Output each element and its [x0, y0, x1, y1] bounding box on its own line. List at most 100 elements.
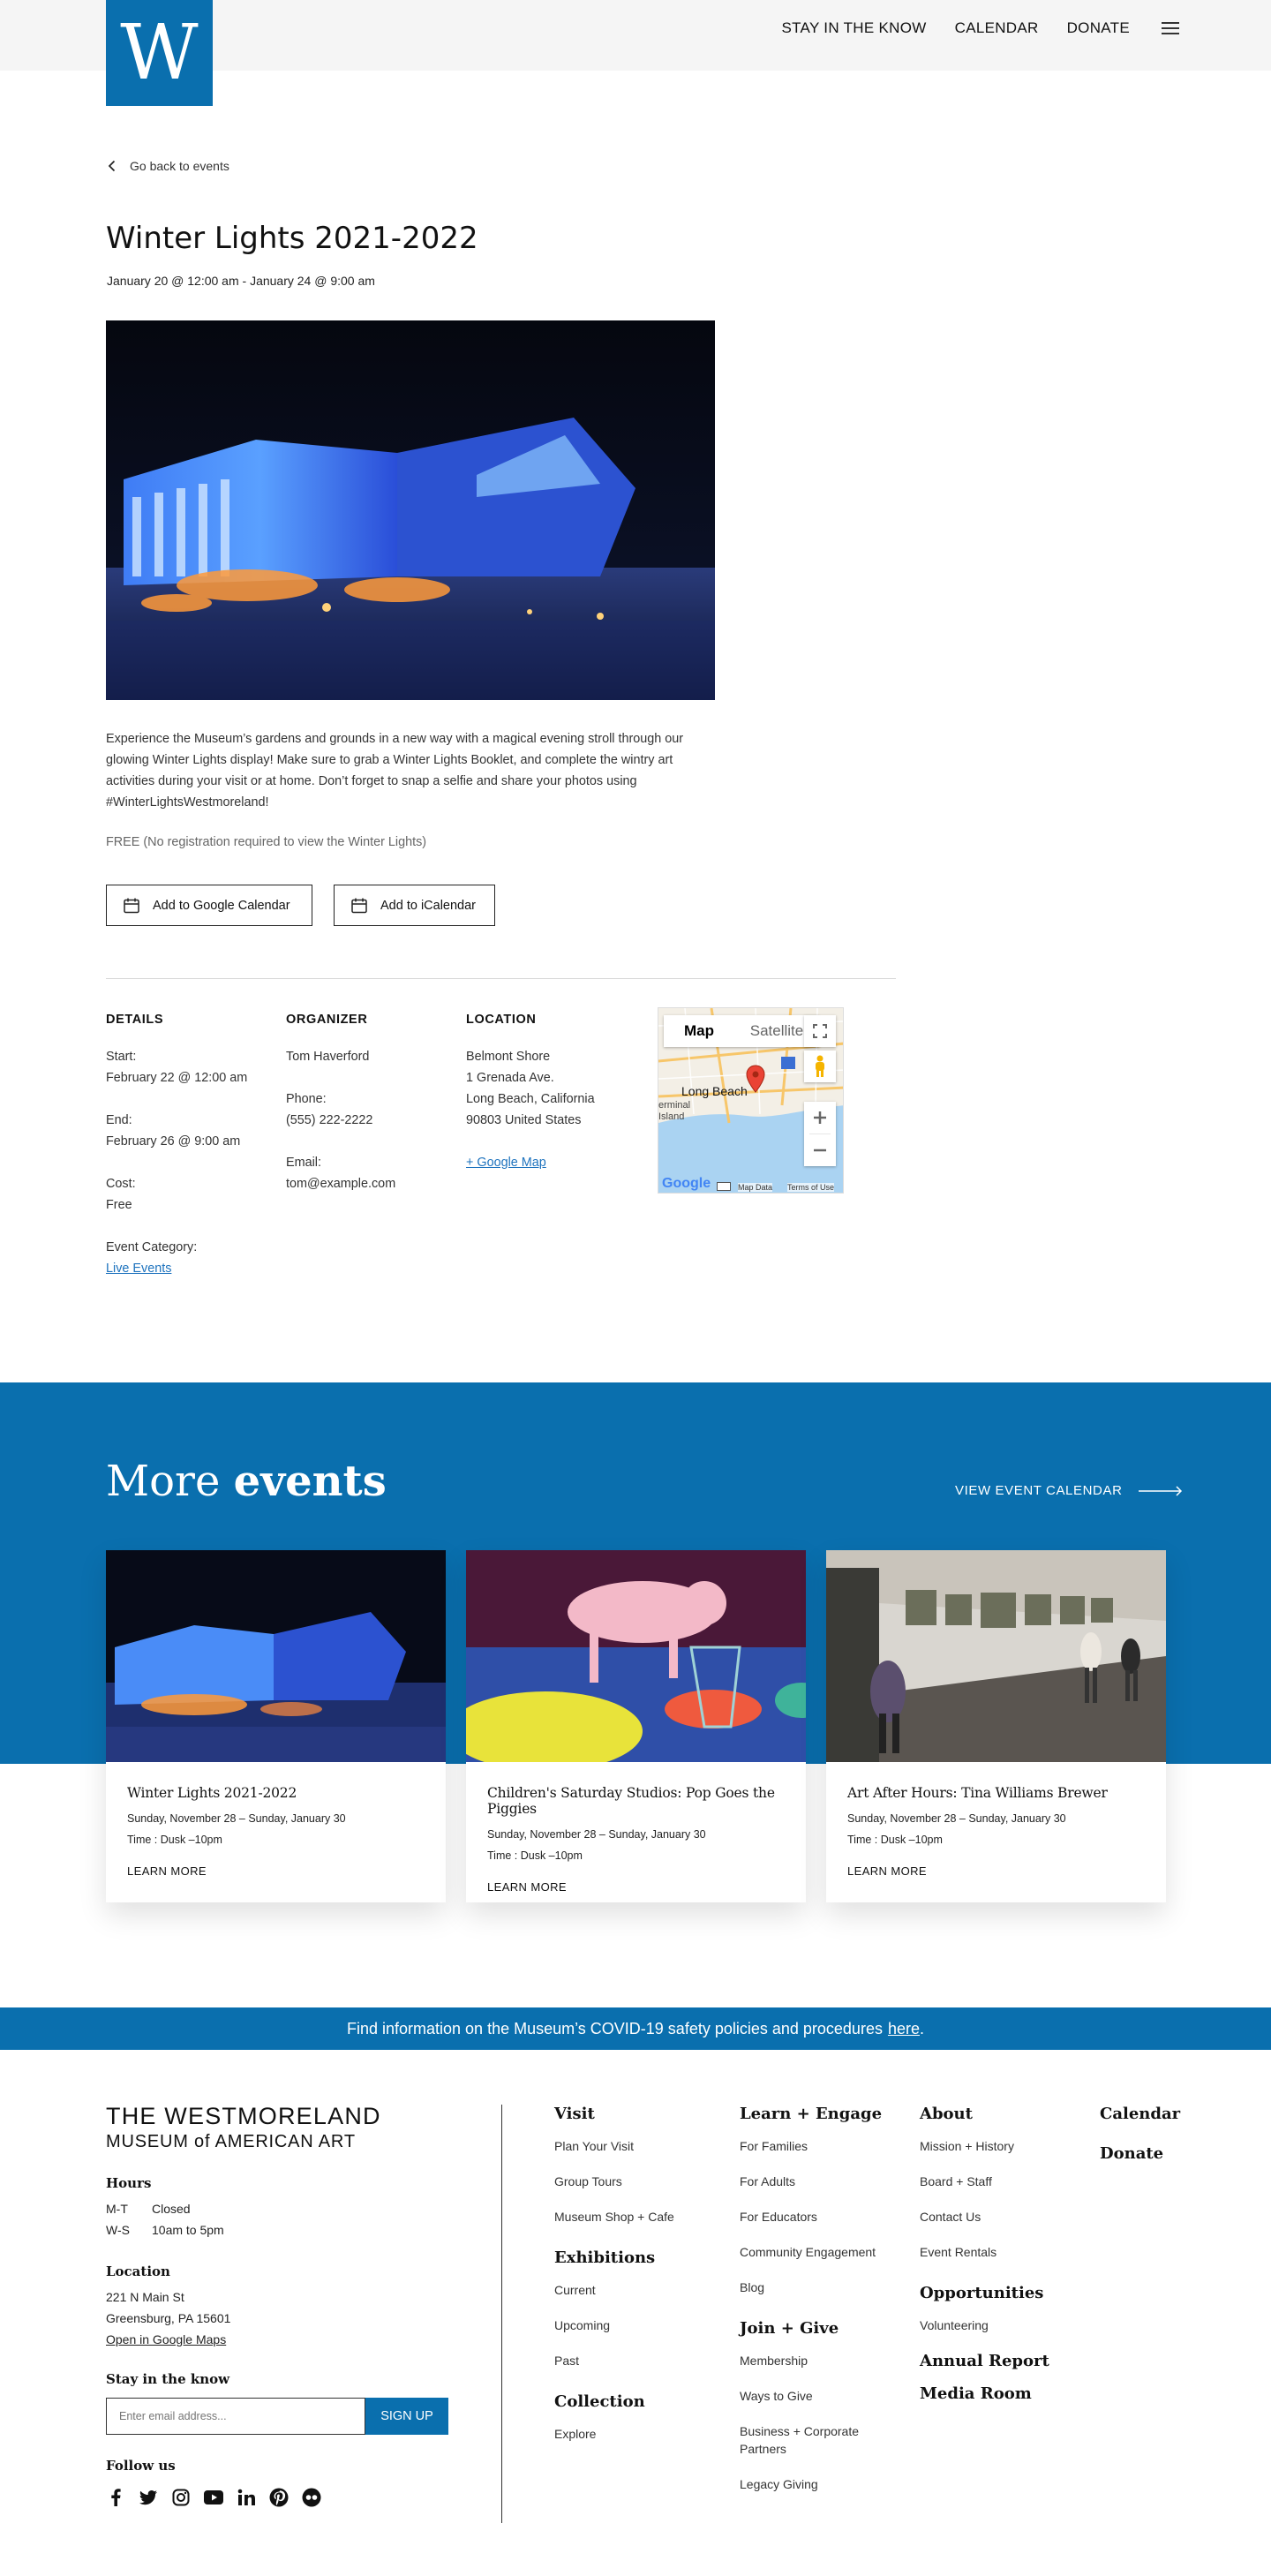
- pinterest-icon[interactable]: [269, 2488, 289, 2507]
- hours-time: 10am to 5pm: [152, 2223, 224, 2237]
- location-heading: Location: [106, 2263, 170, 2279]
- footer-link[interactable]: Business + Corporate Partners: [740, 2422, 899, 2458]
- visit-heading[interactable]: Visit: [554, 2105, 674, 2123]
- follow-us-heading: Follow us: [106, 2458, 176, 2474]
- footer-link[interactable]: Group Tours: [554, 2173, 674, 2190]
- location-column: LOCATION Belmont Shore 1 Grenada Ave. Lo…: [466, 1009, 595, 1173]
- category-link[interactable]: Live Events: [106, 1262, 171, 1276]
- keyboard-icon[interactable]: [717, 1182, 731, 1191]
- event-card-time: Time : Dusk –10pm: [127, 1834, 222, 1846]
- open-google-maps-link[interactable]: Open in Google Maps: [106, 2329, 477, 2350]
- zoom-out-icon[interactable]: [804, 1134, 836, 1166]
- about-heading[interactable]: About: [920, 2105, 1049, 2123]
- footer-link[interactable]: Current: [554, 2281, 674, 2299]
- flickr-icon[interactable]: [302, 2488, 321, 2507]
- organizer-heading: ORGANIZER: [286, 1013, 368, 1027]
- footer-link[interactable]: For Adults: [740, 2173, 899, 2190]
- annual-report-link[interactable]: Annual Report: [920, 2352, 1049, 2370]
- covid-text: Find information on the Museum’s COVID-1…: [346, 2019, 883, 2037]
- footer-link[interactable]: Ways to Give: [740, 2387, 899, 2405]
- collection-heading[interactable]: Collection: [554, 2392, 674, 2411]
- map-data-attribution[interactable]: Map Data: [738, 1183, 773, 1192]
- facebook-icon[interactable]: [106, 2488, 125, 2507]
- footer-link[interactable]: Volunteering: [920, 2316, 1049, 2334]
- sign-up-button[interactable]: SIGN UP: [365, 2398, 448, 2435]
- footer-link[interactable]: Plan Your Visit: [554, 2137, 674, 2155]
- footer-link[interactable]: Mission + History: [920, 2137, 1049, 2155]
- add-to-google-calendar-button[interactable]: Add to Google Calendar: [106, 885, 312, 926]
- footer-link[interactable]: Legacy Giving: [740, 2475, 899, 2493]
- newsletter-email-input[interactable]: [106, 2398, 365, 2435]
- instagram-icon[interactable]: [171, 2488, 191, 2507]
- map-tab-map[interactable]: Map: [664, 1015, 734, 1047]
- page: W STAY IN THE KNOW CALENDAR DONATE Go ba…: [0, 0, 1271, 2576]
- event-card[interactable]: Winter Lights 2021-2022 Sunday, November…: [106, 1550, 446, 1902]
- organizer-column: ORGANIZER Tom Haverford Phone: (555) 222…: [286, 1009, 395, 1194]
- hours-row: M-T Closed: [106, 2198, 477, 2219]
- cost-label: Cost:: [106, 1177, 136, 1191]
- newsletter-form: SIGN UP: [106, 2398, 477, 2435]
- calendar-link[interactable]: Calendar: [1100, 2105, 1180, 2123]
- map-pin-icon[interactable]: [746, 1065, 765, 1097]
- exhibitions-heading[interactable]: Exhibitions: [554, 2248, 674, 2267]
- covid-link[interactable]: here: [888, 2020, 920, 2038]
- twitter-icon[interactable]: [139, 2488, 158, 2507]
- nav-donate[interactable]: DONATE: [1067, 19, 1130, 37]
- pegman-icon[interactable]: [804, 1051, 836, 1082]
- footer-brand-line1[interactable]: THE WESTMORELAND: [106, 2103, 477, 2130]
- linkedin-icon[interactable]: [237, 2488, 256, 2507]
- event-card-title[interactable]: Winter Lights 2021-2022: [127, 1785, 425, 1801]
- end-label: End:: [106, 1113, 132, 1127]
- footer-link[interactable]: Community Engagement: [740, 2243, 899, 2261]
- menu-icon[interactable]: [1162, 21, 1179, 35]
- footer-link[interactable]: Past: [554, 2352, 674, 2369]
- add-to-icalendar-button[interactable]: Add to iCalendar: [334, 885, 495, 926]
- google-logo[interactable]: Google: [662, 1176, 711, 1192]
- footer-link[interactable]: Membership: [740, 2352, 899, 2369]
- donate-link[interactable]: Donate: [1100, 2144, 1180, 2163]
- footer-link[interactable]: Event Rentals: [920, 2243, 1049, 2261]
- back-label: Go back to events: [130, 159, 229, 173]
- main-nav: STAY IN THE KNOW CALENDAR DONATE: [782, 19, 1179, 37]
- map-embed[interactable]: Map Satellite Long Beach erminal Island …: [658, 1007, 844, 1194]
- footer-link[interactable]: Board + Staff: [920, 2173, 1049, 2190]
- footer-link[interactable]: Contact Us: [920, 2208, 1049, 2226]
- media-room-link[interactable]: Media Room: [920, 2384, 1049, 2403]
- back-to-events-link[interactable]: Go back to events: [108, 159, 229, 173]
- footer-link[interactable]: Blog: [740, 2278, 899, 2296]
- event-cost-note: FREE (No registration required to view t…: [106, 835, 427, 849]
- end-value: February 26 @ 9:00 am: [106, 1134, 241, 1149]
- map-terms-link[interactable]: Terms of Use: [787, 1183, 835, 1192]
- join-give-heading[interactable]: Join + Give: [740, 2319, 899, 2338]
- footer-link[interactable]: Explore: [554, 2425, 674, 2443]
- hours-time: Closed: [152, 2202, 191, 2216]
- event-card[interactable]: Children's Saturday Studios: Pop Goes th…: [466, 1550, 806, 1902]
- zoom-in-icon[interactable]: [804, 1102, 836, 1134]
- nav-stay-in-the-know[interactable]: STAY IN THE KNOW: [782, 19, 927, 37]
- event-description: Experience the Museum’s gardens and grou…: [106, 732, 684, 810]
- learn-engage-heading[interactable]: Learn + Engage: [740, 2105, 899, 2123]
- footer-link[interactable]: Museum Shop + Cafe: [554, 2208, 674, 2226]
- event-card-title[interactable]: Children's Saturday Studios: Pop Goes th…: [487, 1785, 785, 1817]
- opportunities-heading[interactable]: Opportunities: [920, 2284, 1049, 2302]
- fullscreen-icon[interactable]: [804, 1015, 836, 1047]
- footer-link[interactable]: For Educators: [740, 2208, 899, 2226]
- youtube-icon[interactable]: [204, 2488, 223, 2507]
- address-line4: 90803 United States: [466, 1113, 582, 1127]
- event-card-image: [106, 1550, 446, 1762]
- learn-more-link[interactable]: LEARN MORE: [487, 1880, 785, 1894]
- footer-link[interactable]: For Families: [740, 2137, 899, 2155]
- address-line3: Long Beach, California: [466, 1092, 595, 1106]
- event-card-title[interactable]: Art After Hours: Tina Williams Brewer: [847, 1785, 1145, 1801]
- learn-more-link[interactable]: LEARN MORE: [127, 1864, 425, 1878]
- footer-link[interactable]: Upcoming: [554, 2316, 674, 2334]
- event-dates: January 20 @ 12:00 am - January 24 @ 9:0…: [107, 274, 375, 288]
- category-label: Event Category:: [106, 1240, 198, 1254]
- google-map-link[interactable]: + Google Map: [466, 1156, 546, 1170]
- event-card[interactable]: Art After Hours: Tina Williams Brewer Su…: [826, 1550, 1166, 1902]
- museum-logo[interactable]: W: [106, 0, 213, 106]
- learn-more-link[interactable]: LEARN MORE: [847, 1864, 1145, 1878]
- footer-brand-line2[interactable]: MUSEUM of AMERICAN ART: [106, 2132, 477, 2152]
- nav-calendar[interactable]: CALENDAR: [955, 19, 1039, 37]
- view-event-calendar-link[interactable]: VIEW EVENT CALENDAR: [955, 1483, 1183, 1498]
